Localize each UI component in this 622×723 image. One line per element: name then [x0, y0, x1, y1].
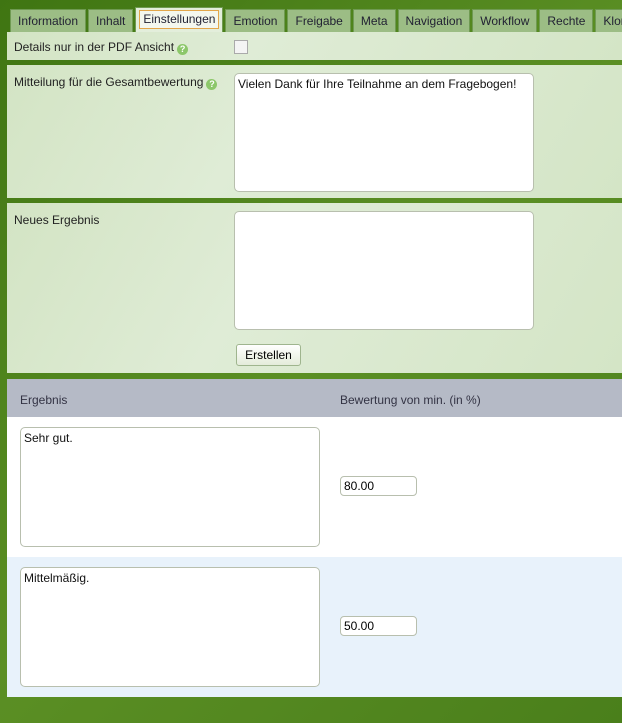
tab-klone[interactable]: Klone: [595, 9, 622, 32]
result-text-textarea[interactable]: Mittelmäßig.: [20, 567, 320, 687]
table-row: Mittelmäßig.: [7, 557, 622, 697]
label-text: Details nur in der PDF Ansicht: [14, 40, 175, 54]
tab-label: Einstellungen: [139, 10, 220, 29]
result-text-textarea[interactable]: Sehr gut.: [20, 427, 320, 547]
create-button[interactable]: Erstellen: [236, 344, 301, 366]
pdf-details-row: Details nur in der PDF Ansicht?: [7, 32, 622, 60]
pdf-details-label: Details nur in der PDF Ansicht?: [14, 40, 189, 55]
tab-meta[interactable]: Meta: [352, 9, 396, 32]
table-row: Sehr gut.: [7, 417, 622, 557]
results-table: Ergebnis Bewertung von min. (in %) Sehr …: [7, 379, 622, 697]
min-rating-input[interactable]: [340, 476, 417, 496]
message-label: Mitteilung für die Gesamtbewertung?: [14, 75, 218, 90]
tab-inhalt[interactable]: Inhalt: [88, 9, 134, 32]
min-rating-input[interactable]: [340, 616, 417, 636]
tab-workflow[interactable]: Workflow: [472, 9, 538, 32]
new-result-textarea[interactable]: [234, 211, 534, 330]
tab-freigabe[interactable]: Freigabe: [287, 9, 351, 32]
tab-bar: Information Inhalt Einstellungen Emotion…: [10, 7, 622, 32]
table-header: Ergebnis Bewertung von min. (in %): [7, 379, 622, 417]
help-icon[interactable]: ?: [206, 79, 218, 90]
tab-einstellungen[interactable]: Einstellungen: [135, 7, 224, 32]
label-text: Mitteilung für die Gesamtbewertung: [14, 75, 204, 89]
new-result-label: Neues Ergebnis: [14, 213, 100, 227]
pdf-details-checkbox[interactable]: [234, 40, 248, 54]
help-icon[interactable]: ?: [177, 44, 189, 55]
tab-navigation[interactable]: Navigation: [397, 9, 471, 32]
header-result: Ergebnis: [20, 393, 68, 407]
tab-information[interactable]: Information: [10, 9, 87, 32]
new-result-panel: Neues Ergebnis Erstellen: [7, 203, 622, 373]
tab-rechte[interactable]: Rechte: [539, 9, 594, 32]
message-panel: Mitteilung für die Gesamtbewertung? Viel…: [7, 65, 622, 198]
header-min-rating: Bewertung von min. (in %): [340, 393, 481, 407]
tab-emotion[interactable]: Emotion: [225, 9, 286, 32]
message-textarea[interactable]: Vielen Dank für Ihre Teilnahme an dem Fr…: [234, 73, 534, 192]
